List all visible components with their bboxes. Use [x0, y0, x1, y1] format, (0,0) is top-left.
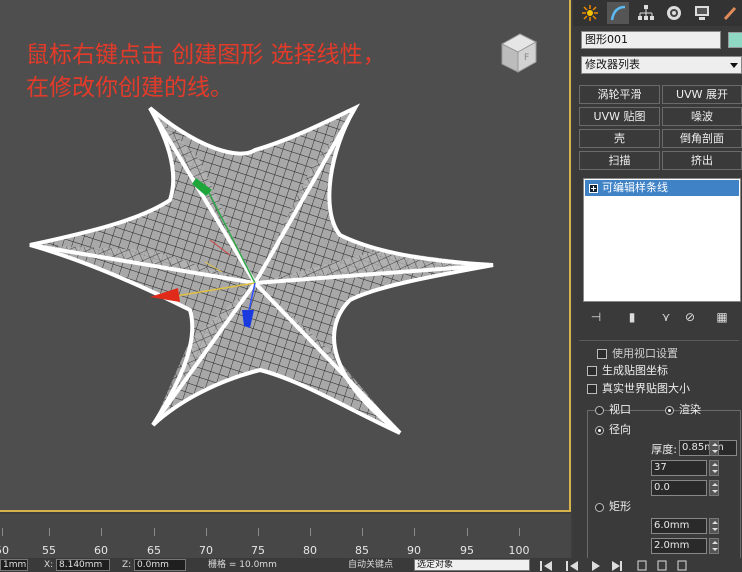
viewport-radio[interactable]: 视口: [595, 402, 631, 418]
length-input[interactable]: 6.0mm: [651, 518, 707, 534]
tick-label: 80: [303, 544, 317, 557]
tick-label: 70: [199, 544, 213, 557]
object-color-swatch[interactable]: [728, 32, 742, 48]
x-label: X:: [44, 560, 54, 570]
radio-button[interactable]: [595, 425, 604, 435]
motion-icon[interactable]: [663, 2, 685, 24]
tick-label: 55: [42, 544, 56, 557]
tick-label: 65: [147, 544, 161, 557]
hierarchy-icon[interactable]: [635, 2, 657, 24]
radio-button[interactable]: [595, 502, 604, 512]
width-spinner[interactable]: [709, 538, 719, 554]
remove-modifier-icon[interactable]: ⊘: [681, 308, 699, 326]
grid-size-label: 栅格 = 10.0mm: [208, 560, 277, 570]
radio-button[interactable]: [665, 405, 674, 415]
tick-label: 60: [94, 544, 108, 557]
checkbox[interactable]: [587, 384, 597, 394]
z-label: Z:: [122, 560, 132, 570]
angle-input[interactable]: 0.0: [651, 480, 707, 496]
tick-label: 85: [355, 544, 369, 557]
sides-input[interactable]: 37: [651, 460, 707, 476]
z-coordinate-field[interactable]: 0.0mm: [134, 559, 186, 571]
status-bar: 1mm X: 8.140mm Z: 0.0mm 栅格 = 10.0mm 自动关键…: [0, 558, 742, 572]
command-panel-tabs: [573, 0, 742, 26]
object-name-field[interactable]: 图形001: [581, 31, 721, 49]
option-label: 矩形: [609, 500, 631, 513]
show-end-result-icon[interactable]: ▮: [623, 308, 641, 326]
angle-spinner[interactable]: [709, 480, 719, 496]
stack-item-editable-spline[interactable]: 可编辑样条线: [585, 180, 739, 196]
display-icon[interactable]: [691, 2, 713, 24]
checkbox[interactable]: [587, 366, 597, 376]
turbosmooth-button[interactable]: 涡轮平滑: [579, 85, 660, 104]
sides-spinner[interactable]: [709, 460, 719, 476]
configure-modifier-sets-icon[interactable]: ▦: [713, 308, 731, 326]
bevel-profile-button[interactable]: 倒角剖面: [662, 129, 742, 148]
expand-icon[interactable]: [589, 183, 598, 193]
radio-button[interactable]: [595, 405, 604, 415]
render-radio[interactable]: 渲染: [665, 402, 701, 418]
generate-mapping-option[interactable]: 生成贴图坐标: [587, 363, 668, 379]
make-unique-icon[interactable]: ⋎: [657, 308, 675, 326]
utilities-icon[interactable]: [719, 2, 741, 24]
selection-dropdown[interactable]: 选定对象: [414, 559, 530, 571]
sweep-button[interactable]: 扫描: [579, 151, 660, 170]
use-viewport-settings-option[interactable]: 使用视口设置: [597, 346, 678, 362]
stack-item-label: 可编辑样条线: [602, 181, 668, 194]
divider: [579, 340, 739, 341]
tick-label: 90: [407, 544, 421, 557]
grid-field[interactable]: 1mm: [0, 559, 28, 571]
modifier-list-label: 修改器列表: [585, 58, 640, 71]
thickness-label: 厚度:: [651, 443, 677, 456]
option-label: 生成贴图坐标: [602, 364, 668, 377]
perspective-viewport[interactable]: 鼠标右键点击 创建图形 选择线性， 在修改你创建的线。 F: [0, 0, 571, 512]
modify-icon[interactable]: [607, 2, 629, 24]
option-label: 径向: [609, 423, 631, 436]
tick-label: 95: [460, 544, 474, 557]
auto-key-label[interactable]: 自动关键点: [348, 559, 393, 571]
tick-label: 75: [251, 544, 265, 557]
modifier-stack[interactable]: 可编辑样条线: [583, 178, 741, 302]
length-spinner[interactable]: [709, 518, 719, 534]
thickness-input[interactable]: 0.85mm: [679, 440, 737, 456]
shell-button[interactable]: 壳: [579, 129, 660, 148]
chevron-down-icon: [730, 63, 738, 68]
uvw-map-button[interactable]: UVW 贴图: [579, 107, 660, 126]
modifier-list-dropdown[interactable]: 修改器列表: [581, 56, 742, 74]
uvw-unwrap-button[interactable]: UVW 展开: [662, 85, 742, 104]
radial-radio[interactable]: 径向: [595, 422, 631, 438]
playback-controls[interactable]: [540, 560, 740, 572]
star-spline-geometry[interactable]: [0, 0, 571, 512]
width-input[interactable]: 2.0mm: [651, 538, 707, 554]
option-label: 渲染: [679, 403, 701, 416]
noise-button[interactable]: 噪波: [662, 107, 742, 126]
rectangular-radio[interactable]: 矩形: [595, 499, 631, 515]
option-label: 视口: [609, 403, 631, 416]
extrude-button[interactable]: 挤出: [662, 151, 742, 170]
create-icon[interactable]: [579, 2, 601, 24]
pin-stack-icon[interactable]: ⊣: [587, 308, 605, 326]
checkbox[interactable]: [597, 349, 607, 359]
command-panel: 图形001 修改器列表 涡轮平滑 UVW 展开 UVW 贴图 噪波 壳 倒角剖面…: [573, 0, 742, 558]
tick-label: 50: [0, 544, 9, 557]
thickness-spinner[interactable]: [709, 440, 719, 456]
option-label: 使用视口设置: [612, 347, 678, 360]
tick-label: 100: [508, 544, 530, 557]
option-label: 真实世界贴图大小: [602, 382, 690, 395]
x-coordinate-field[interactable]: 8.140mm: [56, 559, 110, 571]
timeline-ruler[interactable]: 50 55 60 65 70 75 80 85 90 95 100: [0, 514, 571, 558]
real-world-map-option[interactable]: 真实世界贴图大小: [587, 381, 690, 397]
